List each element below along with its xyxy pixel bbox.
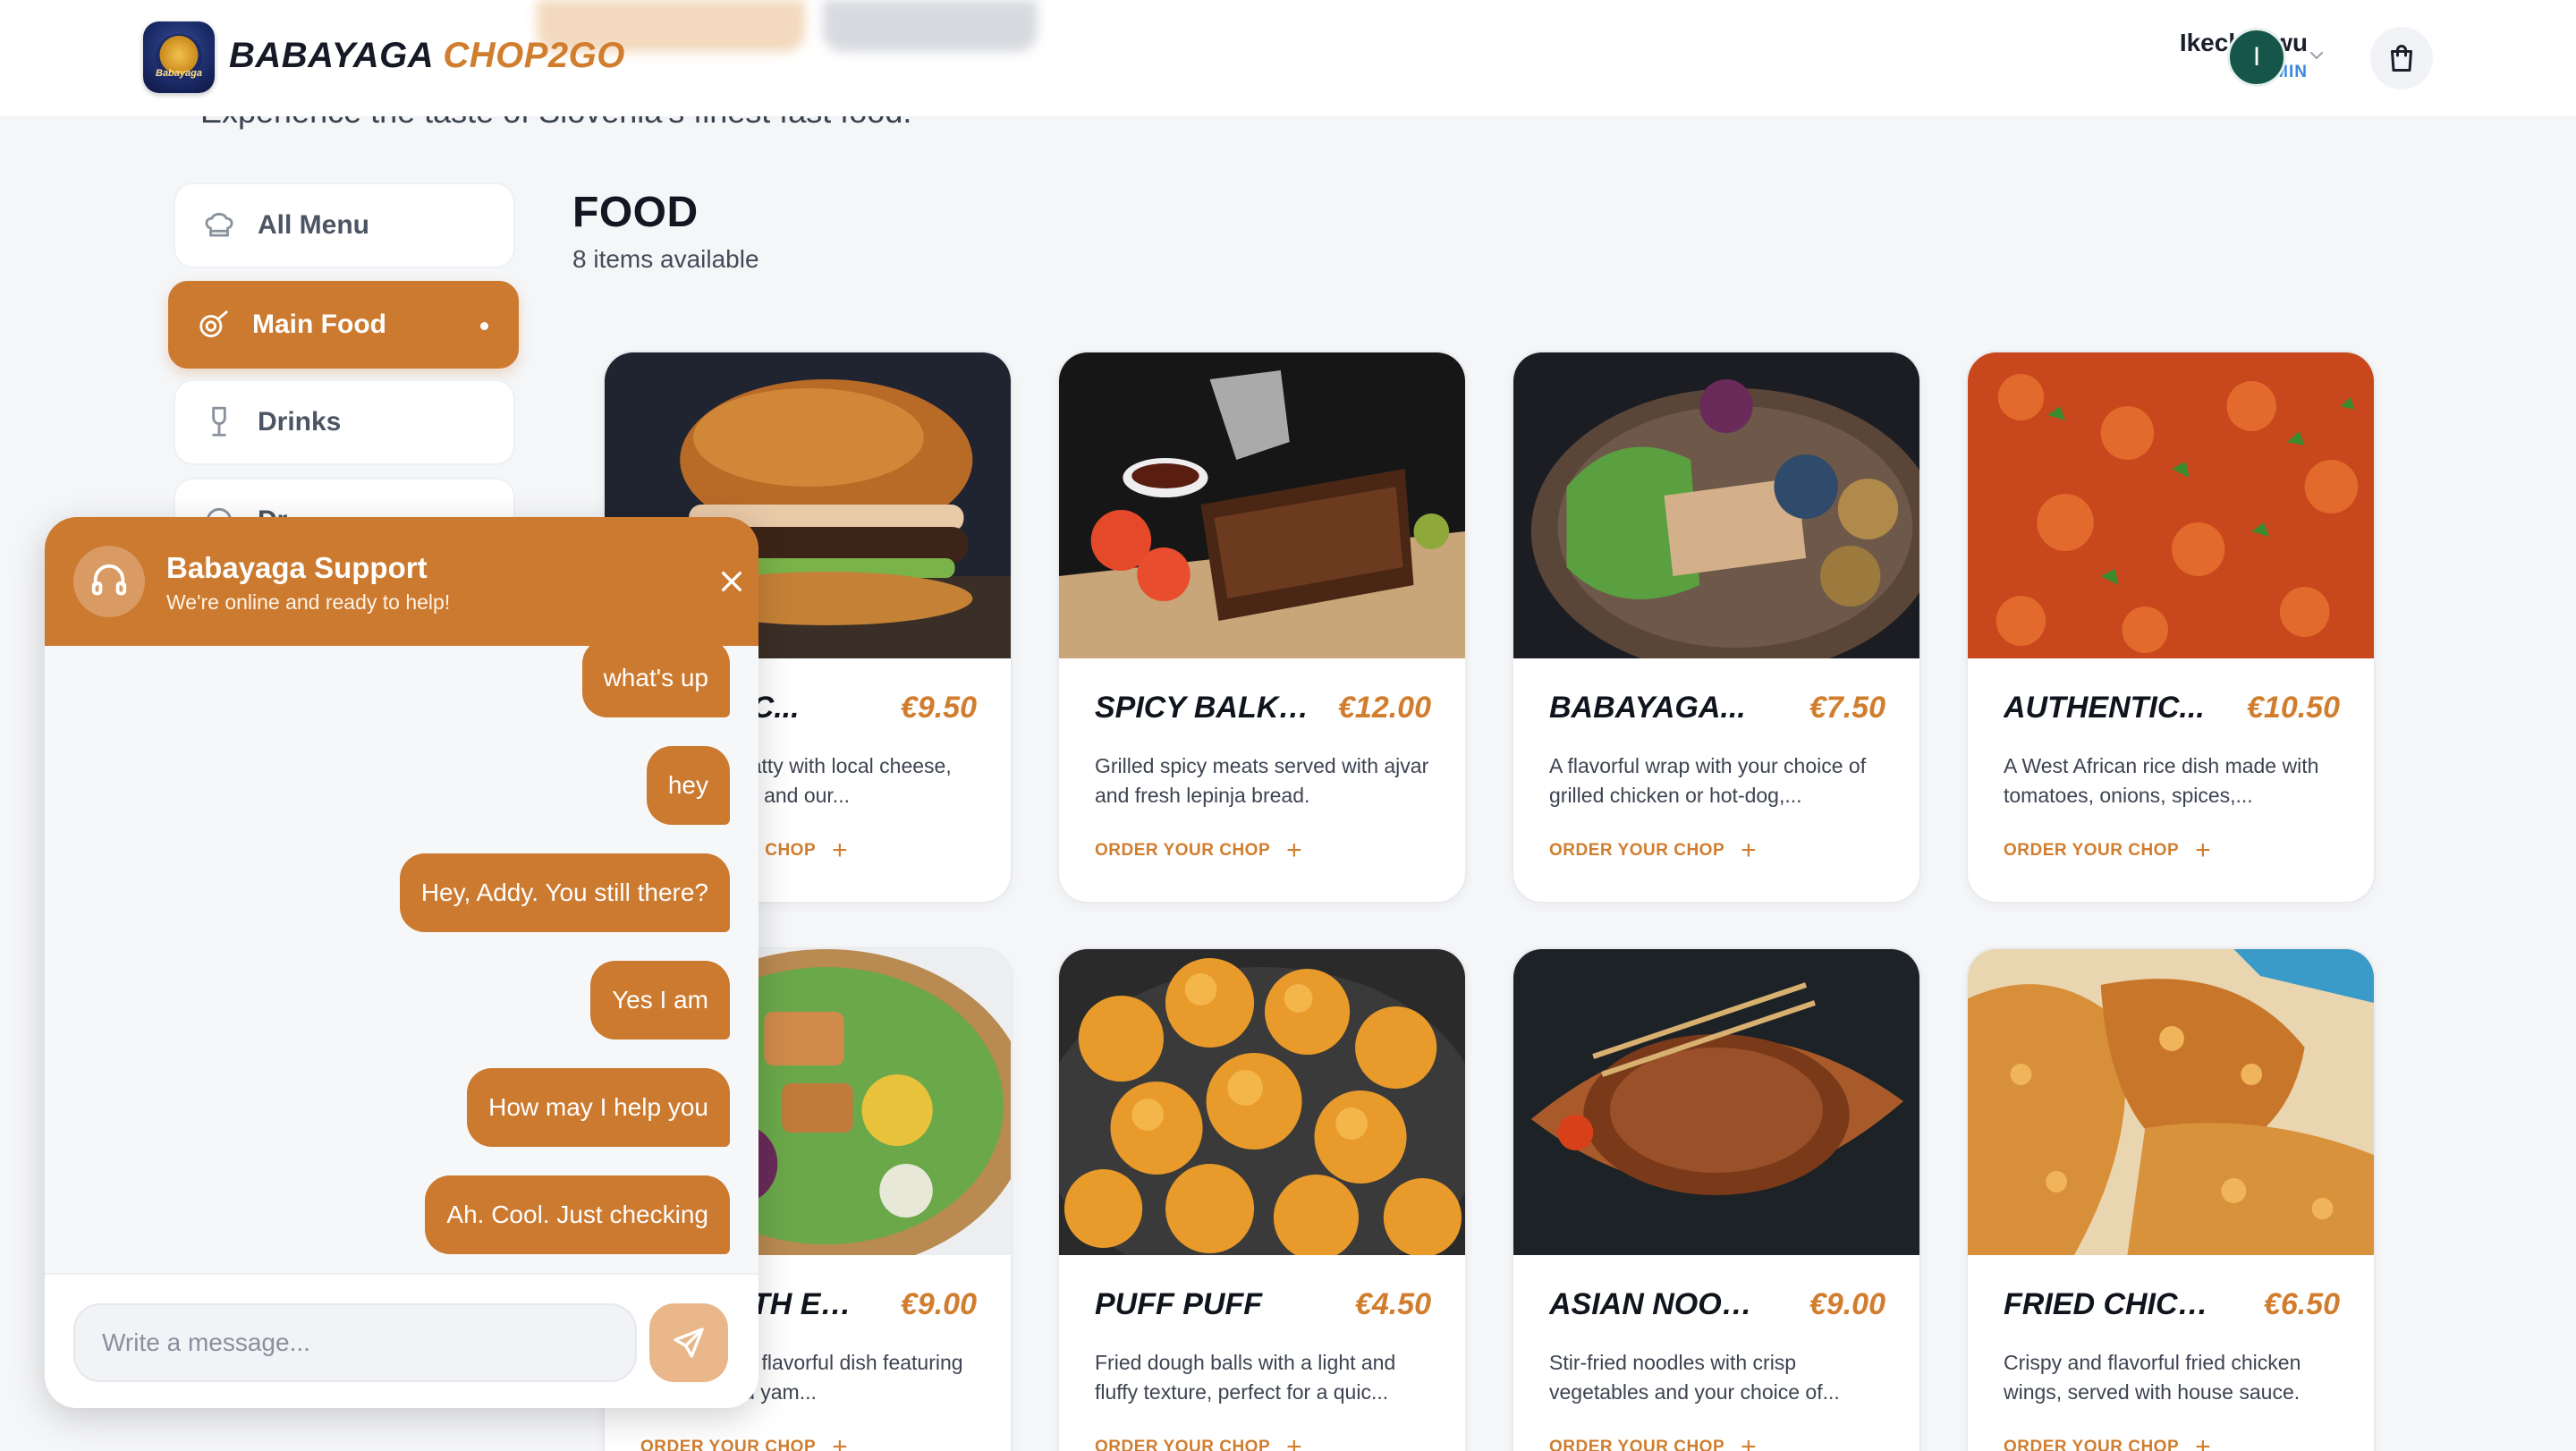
food-image-ribs[interactable]	[1059, 352, 1465, 658]
chat-messages[interactable]: what's up hey Hey, Addy. You still there…	[45, 639, 758, 1254]
chevron-down-icon[interactable]	[2306, 45, 2327, 66]
send-icon	[674, 1328, 704, 1358]
logo[interactable]: Babayaga	[143, 21, 215, 93]
plus-icon: +	[1741, 836, 1758, 865]
order-label: ORDER YOUR CHOP	[1549, 841, 1725, 860]
card-price: €9.00	[900, 1287, 977, 1321]
card-price: €9.00	[1809, 1287, 1885, 1321]
food-icon	[199, 310, 228, 338]
cart-button[interactable]	[2370, 27, 2433, 89]
card-description: Grilled spicy meats served with ajvar an…	[1095, 754, 1429, 807]
card-name: PUFF PUFF	[1095, 1287, 1262, 1321]
card-description: A flavorful wrap with your choice of gri…	[1549, 754, 1867, 807]
sidebar-item-drinks[interactable]: Drinks	[174, 379, 515, 465]
chat-message-bubble: hey	[646, 746, 730, 825]
menu-card[interactable]: BABAYAGA... €7.50 A flavorful wrap with …	[1512, 351, 1921, 904]
chat-title: Babayaga Support	[166, 551, 428, 584]
order-button[interactable]: ORDER YOUR CHOP +	[1549, 837, 1757, 864]
active-indicator-dot	[480, 322, 488, 330]
card-price: €10.50	[2247, 691, 2340, 725]
card-description: Stir-fried noodles with crisp vegetables…	[1549, 1351, 1840, 1404]
menu-card[interactable]: ASIAN NOODL... €9.00 Stir-fried noodles …	[1512, 947, 1921, 1451]
chat-composer	[45, 1273, 758, 1408]
sidebar-item-label: All Menu	[258, 210, 369, 240]
card-price: €7.50	[1809, 691, 1885, 725]
plus-icon: +	[832, 836, 849, 865]
plus-icon: +	[832, 1432, 849, 1451]
card-price: €4.50	[1354, 1287, 1431, 1321]
brand-name-part2: CHOP2GO	[443, 36, 625, 75]
chef-hat-icon	[205, 212, 233, 237]
plus-icon: +	[2195, 836, 2212, 865]
chat-message-bubble: what's up	[581, 639, 730, 717]
support-chat-widget: Babayaga Support We're online and ready …	[45, 517, 758, 1408]
avatar[interactable]: I	[2227, 28, 2286, 87]
card-description: Crispy and flavorful fried chicken wings…	[2004, 1351, 2301, 1404]
order-label: ORDER YOUR CHOP	[2004, 1438, 2180, 1451]
logo-text: Babayaga	[156, 68, 202, 79]
order-label: ORDER YOUR CHOP	[1549, 1438, 1725, 1451]
items-count: 8 items available	[572, 245, 759, 273]
menu-card[interactable]: FRIED CHICKE... €6.50 Crispy and flavorf…	[1966, 947, 2376, 1451]
wine-glass-icon	[212, 406, 226, 437]
order-label: ORDER YOUR CHOP	[1095, 841, 1271, 860]
menu-card[interactable]: SPICY BALKA... €12.00 Grilled spicy meat…	[1057, 351, 1467, 904]
food-image-jollof-rice[interactable]	[1968, 352, 2374, 658]
order-button[interactable]: ORDER YOUR CHOP +	[2004, 837, 2211, 864]
sidebar-item-all-menu[interactable]: All Menu	[174, 182, 515, 268]
category-title: FOOD	[572, 189, 699, 236]
order-label: ORDER YOUR CHOP	[640, 1438, 817, 1451]
card-name: FRIED CHICKE...	[2004, 1287, 2227, 1321]
order-button[interactable]: ORDER YOUR CHOP +	[1549, 1434, 1757, 1451]
sidebar-item-main-food[interactable]: Main Food	[168, 281, 519, 369]
card-name: ASIAN NOODL...	[1549, 1287, 1773, 1321]
card-name: SPICY BALKA...	[1095, 691, 1318, 725]
chat-message-bubble: Yes I am	[590, 961, 730, 1039]
order-button[interactable]: ORDER YOUR CHOP +	[1095, 837, 1302, 864]
sidebar-item-label: Drinks	[258, 407, 342, 437]
food-image-wrap[interactable]	[1513, 352, 1919, 658]
plus-icon: +	[1286, 836, 1303, 865]
chat-message-input[interactable]	[73, 1303, 637, 1382]
plus-icon: +	[2195, 1432, 2212, 1451]
order-button[interactable]: ORDER YOUR CHOP +	[1095, 1434, 1302, 1451]
sidebar-item-label: Main Food	[252, 310, 386, 339]
card-description: Fried dough balls with a light and fluff…	[1095, 1351, 1396, 1404]
order-label: ORDER YOUR CHOP	[2004, 841, 2180, 860]
send-button[interactable]	[649, 1303, 728, 1382]
chat-message-bubble: Hey, Addy. You still there?	[399, 853, 730, 932]
close-icon[interactable]	[717, 567, 746, 596]
chat-header: Babayaga Support We're online and ready …	[45, 517, 758, 646]
chat-subtitle: We're online and ready to help!	[166, 590, 451, 614]
shopping-bag-icon	[2391, 45, 2412, 72]
header-blur-2	[823, 0, 1038, 52]
card-description: A West African rice dish made with tomat…	[2004, 754, 2319, 807]
food-image-fried-chicken[interactable]	[1968, 949, 2374, 1255]
menu-card[interactable]: AUTHENTIC... €10.50 A West African rice …	[1966, 351, 2376, 904]
food-image-noodles[interactable]	[1513, 949, 1919, 1255]
card-name: BABAYAGA...	[1549, 691, 1746, 725]
menu-card[interactable]: PUFF PUFF €4.50 Fried dough balls with a…	[1057, 947, 1467, 1451]
order-button[interactable]: ORDER YOUR CHOP +	[640, 1434, 848, 1451]
headset-icon	[73, 546, 145, 617]
plus-icon: +	[1286, 1432, 1303, 1451]
card-price: €12.00	[1338, 691, 1431, 725]
order-button[interactable]: ORDER YOUR CHOP +	[2004, 1434, 2211, 1451]
card-price: €9.50	[900, 691, 977, 725]
food-image-puff-puff[interactable]	[1059, 949, 1465, 1255]
card-price: €6.50	[2263, 1287, 2340, 1321]
card-name: AUTHENTIC...	[2004, 691, 2205, 725]
brand-name-part1: BABAYAGA	[229, 36, 433, 75]
order-label: ORDER YOUR CHOP	[1095, 1438, 1271, 1451]
brand-name[interactable]: BABAYAGA CHOP2GO	[229, 36, 625, 76]
top-navbar: Babayaga BABAYAGA CHOP2GO Ikechukwu ADMI…	[0, 0, 2576, 116]
chat-message-bubble: Ah. Cool. Just checking	[425, 1175, 730, 1254]
plus-icon: +	[1741, 1432, 1758, 1451]
chat-message-bubble: How may I help you	[467, 1068, 730, 1147]
